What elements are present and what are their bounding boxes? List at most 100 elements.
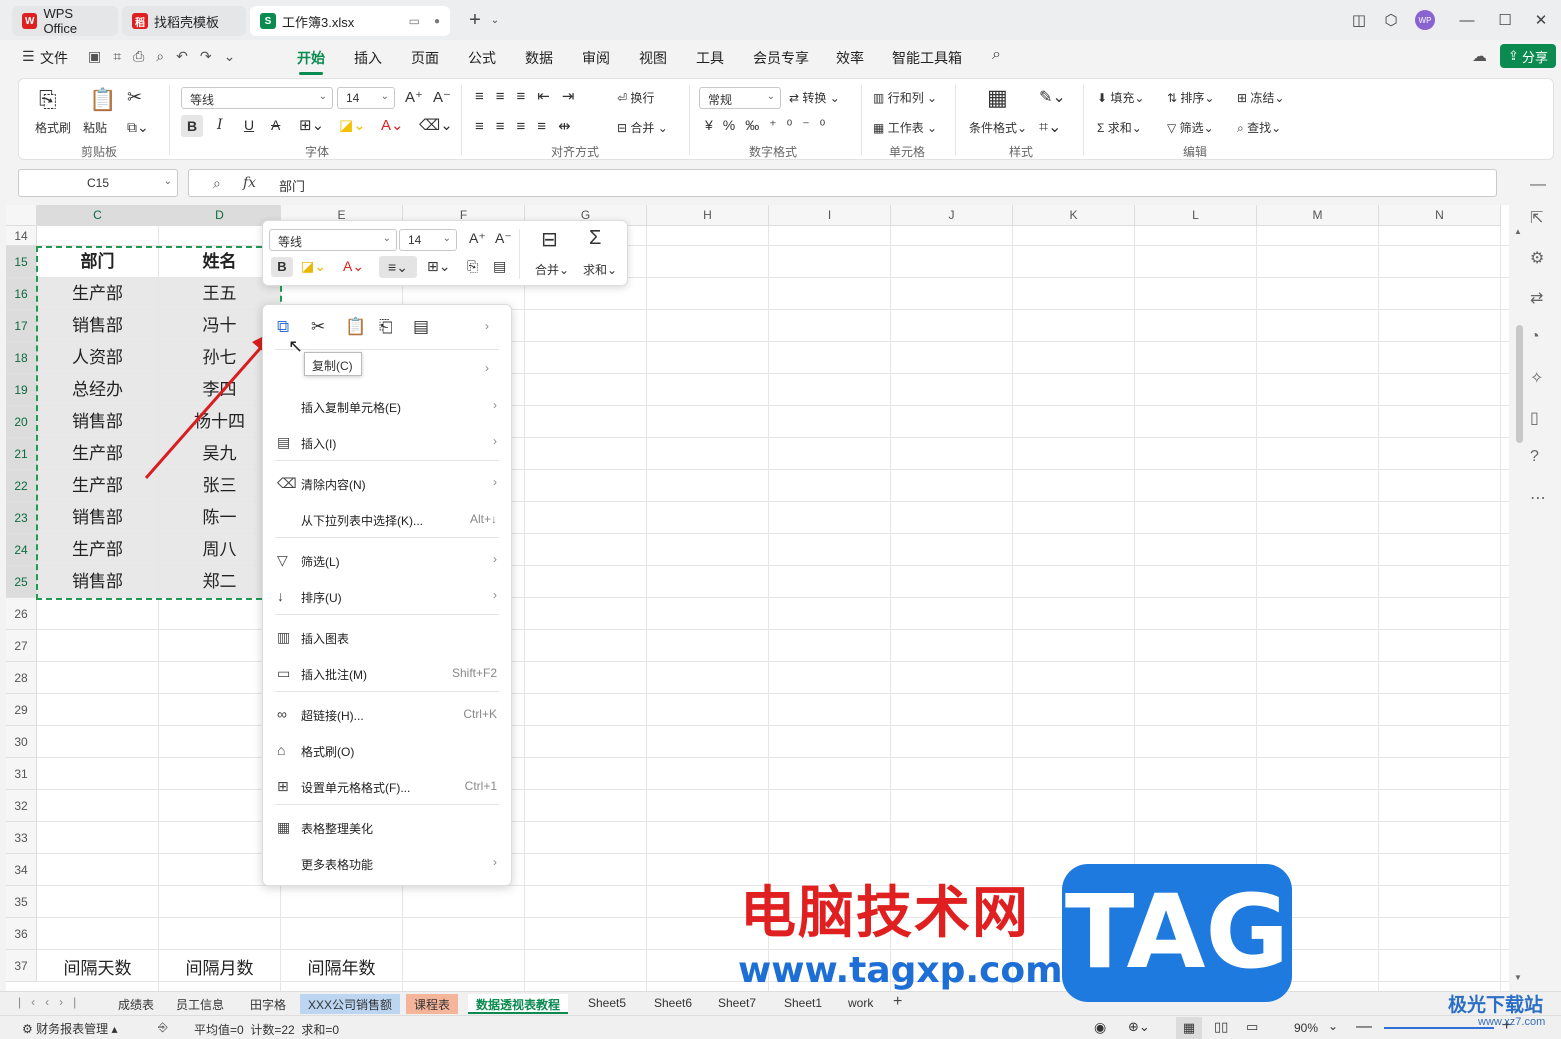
font-color-icon[interactable]: A⌄ — [343, 258, 364, 275]
zoom-dropdown-icon[interactable]: ⌄ — [1328, 1019, 1338, 1033]
sheet-nav-icons[interactable]: |‹‹›| — [18, 995, 86, 1009]
sigma-icon[interactable]: Σ — [589, 227, 601, 250]
row-header[interactable]: 27 — [6, 630, 37, 662]
conditional-format-label[interactable]: 条件格式⌄ — [969, 119, 1027, 136]
column-header[interactable]: C — [37, 205, 159, 226]
column-header[interactable]: J — [891, 205, 1013, 226]
worksheet-button[interactable]: ▦ 工作表 ⌄ — [873, 119, 937, 136]
fill-button[interactable]: ⬇ 填充⌄ — [1097, 89, 1144, 106]
search-icon[interactable]: ⌕ — [992, 46, 1001, 64]
fill-color-icon[interactable]: ◪⌄ — [301, 258, 326, 275]
sort-button[interactable]: ⇅ 排序⌄ — [1167, 89, 1214, 106]
paste-icon[interactable]: 📋 — [89, 87, 116, 113]
increase-font-icon[interactable]: A⁺ — [405, 88, 423, 106]
row-header[interactable]: 22 — [6, 470, 37, 502]
tools-icon[interactable]: ✧ — [1530, 368, 1543, 388]
sheet-tab[interactable]: Sheet7 — [710, 994, 764, 1014]
menu-smart-tools[interactable]: 智能工具箱 — [892, 48, 962, 68]
fill-color-icon[interactable]: ◪⌄ — [339, 116, 366, 134]
paste-icon[interactable]: 📋 — [345, 317, 366, 337]
chevron-down-icon[interactable]: ⌄ — [480, 8, 510, 32]
menu-tools[interactable]: 工具 — [696, 48, 724, 68]
sheet-tab[interactable]: Sheet1 — [776, 994, 830, 1014]
number-format-select[interactable]: 常规 ⌄ — [699, 87, 781, 109]
table-cell[interactable]: 间隔年数 — [281, 950, 402, 981]
context-menu-item[interactable]: 从下拉列表中选择(K)... Alt+↓ — [263, 502, 513, 536]
select-all-corner[interactable] — [6, 205, 37, 226]
menu-data[interactable]: 数据 — [525, 48, 553, 68]
sheet-tab[interactable]: work — [840, 994, 881, 1014]
italic-icon[interactable]: I — [217, 117, 223, 133]
formula-input[interactable]: ⌕ fx 部门 — [188, 169, 1497, 197]
sheet-tab[interactable]: 数据透视表教程 — [468, 994, 569, 1014]
cloud-icon[interactable]: ☁ — [1472, 47, 1487, 65]
page-break-icon[interactable]: ▭ — [1246, 1019, 1258, 1035]
cell-style-icon[interactable]: ✎⌄ — [1039, 87, 1066, 107]
status-report-button[interactable]: ⚙ 财务报表管理 ▴ — [22, 1020, 117, 1037]
row-header[interactable]: 30 — [6, 726, 37, 758]
font-color-icon[interactable]: A⌄ — [381, 116, 404, 134]
menu-formula[interactable]: 公式 — [468, 48, 496, 68]
row-header[interactable]: 25 — [6, 566, 37, 598]
page-view-icon[interactable]: ▯▯ — [1214, 1019, 1228, 1035]
context-menu-item[interactable]: 更多表格功能 › — [263, 846, 513, 880]
tab-templates[interactable]: 稻找稻壳模板 — [122, 6, 246, 36]
context-menu-item[interactable]: ↓ 排序(U) › — [263, 579, 513, 613]
help-icon[interactable]: ? — [1530, 448, 1539, 466]
row-header[interactable]: 24 — [6, 534, 37, 566]
fx-icon[interactable]: fx — [243, 175, 256, 191]
quick-access-icons[interactable]: ▣⌗⎙⌕↶↷⌄ — [88, 48, 247, 65]
row-header[interactable]: 18 — [6, 342, 37, 374]
transfer-icon[interactable]: ⇄ — [1530, 288, 1543, 308]
menu-insert[interactable]: 插入 — [354, 48, 382, 68]
macro-icon[interactable]: ⎆ — [158, 1020, 168, 1035]
menu-review[interactable]: 审阅 — [582, 48, 610, 68]
context-menu-item[interactable]: ⌫ 清除内容(N) › — [263, 466, 513, 500]
number-format-icons[interactable]: ¥%‰⁺⁰⁻⁰ — [705, 117, 835, 134]
column-header[interactable]: K — [1013, 205, 1135, 226]
menu-file[interactable]: 文件 — [40, 48, 68, 68]
close-icon[interactable]: ✕ — [1526, 8, 1556, 32]
mini-sum-label[interactable]: 求和⌄ — [583, 261, 617, 278]
wrap-text-button[interactable]: ⏎ 换行 — [617, 89, 654, 106]
row-header[interactable]: 19 — [6, 374, 37, 406]
book-icon[interactable]: ▯ — [1530, 408, 1539, 428]
row-header[interactable]: 35 — [6, 886, 37, 918]
table-icon[interactable]: ▤ — [493, 258, 506, 275]
normal-view-icon[interactable]: ▦ — [1176, 1017, 1202, 1039]
table-cell[interactable]: 间隔天数 — [37, 950, 158, 981]
row-header[interactable]: 20 — [6, 406, 37, 438]
tab-workbook[interactable]: S 工作簿3.xlsx ▭ ● — [250, 6, 450, 36]
merge-button[interactable]: ⊟ 合并 ⌄ — [617, 119, 668, 136]
chevron-right-icon[interactable]: › — [485, 319, 489, 333]
add-sheet-icon[interactable]: + — [893, 993, 902, 1011]
eye-icon[interactable]: ◉ — [1094, 1019, 1106, 1036]
row-header[interactable]: 17 — [6, 310, 37, 342]
table-style-icon[interactable]: ⌗⌄ — [1039, 117, 1061, 137]
copy-icon[interactable]: ⧉⌄ — [127, 119, 149, 136]
zoom-icon[interactable]: ⌕ — [213, 175, 221, 192]
sheet-tab[interactable]: XXX公司销售额 — [300, 994, 401, 1014]
format-painter-icon[interactable]: ⎘ — [467, 258, 478, 275]
cube-icon[interactable]: ⬡ — [1376, 8, 1406, 32]
collapse-icon[interactable]: — — [1530, 176, 1546, 194]
layout-icon[interactable]: ◫ — [1344, 8, 1374, 32]
row-header[interactable]: 16 — [6, 278, 37, 310]
row-header[interactable]: 21 — [6, 438, 37, 470]
sheet-tab[interactable]: 员工信息 — [168, 994, 232, 1014]
zoom-level[interactable]: 90% — [1294, 1021, 1318, 1035]
paste-values-icon[interactable]: ⎗ — [379, 317, 393, 337]
font-size-select[interactable]: 14 ⌄ — [337, 87, 395, 109]
increase-font-icon[interactable]: A⁺ — [469, 230, 486, 247]
location-icon[interactable]: ⊕⌄ — [1128, 1019, 1150, 1035]
row-header[interactable]: 37 — [6, 950, 37, 982]
hamburger-icon[interactable]: ☰ — [22, 48, 35, 65]
decrease-font-icon[interactable]: A⁻ — [433, 88, 451, 106]
row-header[interactable]: 33 — [6, 822, 37, 854]
convert-button[interactable]: ⇄ 转换 ⌄ — [789, 89, 840, 106]
column-header[interactable]: I — [769, 205, 891, 226]
align-vertical-icons[interactable]: ≡≡≡⇤⇥ — [475, 87, 586, 105]
format-painter-label[interactable]: 格式刷 — [35, 119, 71, 136]
monitor-icon[interactable]: ▭ — [409, 14, 420, 28]
zoom-out-icon[interactable]: — — [1356, 1018, 1372, 1036]
